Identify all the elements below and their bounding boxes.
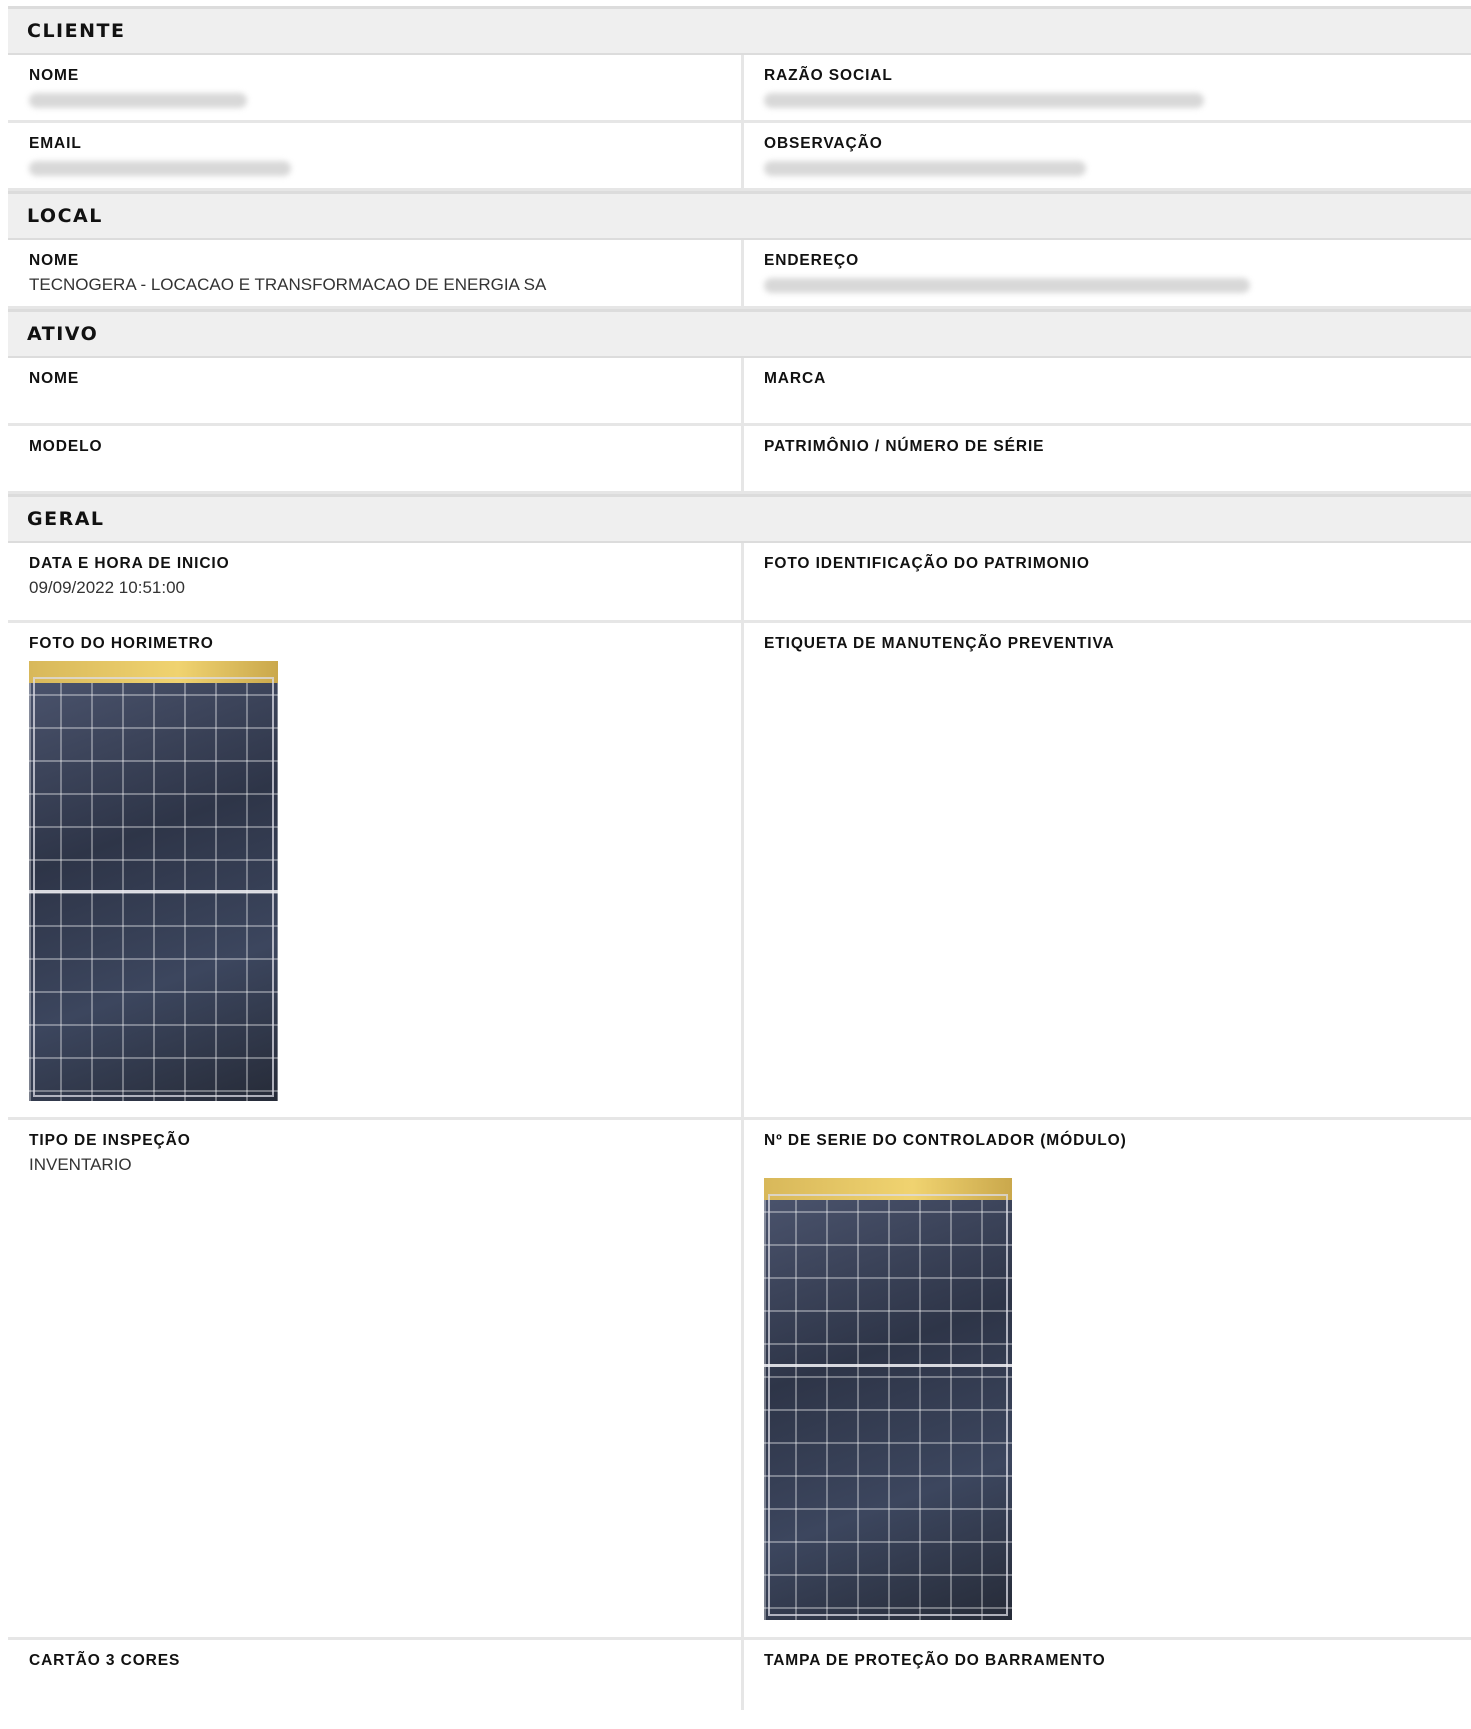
redacted-value [764,93,1204,108]
section-header-cliente: CLIENTE [8,6,1471,55]
field-value: 09/09/2022 10:51:00 [29,578,185,597]
geral-etiqueta-field: ETIQUETA DE MANUTENÇÃO PREVENTIVA [744,623,1471,1117]
redacted-value [29,161,291,176]
field-label: FOTO DO HORIMETRO [29,635,214,652]
section-header-ativo: ATIVO [8,309,1471,358]
cliente-row-2: EMAIL OBSERVAÇÃO [8,123,1471,191]
local-endereco-field: ENDEREÇO [744,240,1471,306]
ativo-row-1: NOME MARCA [8,358,1471,426]
cliente-email-field: EMAIL [8,123,744,188]
geral-row-4: CARTÃO 3 CORES TAMPA DE PROTEÇÃO DO BARR… [8,1640,1471,1710]
field-value: TECNOGERA - LOCACAO E TRANSFORMACAO DE E… [29,275,547,294]
field-label: EMAIL [29,135,82,152]
cliente-observacao-field: OBSERVAÇÃO [744,123,1471,188]
ativo-marca-field: MARCA [744,358,1471,423]
field-label: NOME [29,370,80,387]
geral-row-1: DATA E HORA DE INICIO 09/09/2022 10:51:0… [8,543,1471,623]
geral-foto-patrimonio-field: FOTO IDENTIFICAÇÃO DO PATRIMONIO [744,543,1471,620]
redacted-value [764,278,1250,293]
field-label: ETIQUETA DE MANUTENÇÃO PREVENTIVA [764,635,1115,652]
geral-foto-horimetro-field: FOTO DO HORIMETRO [8,623,744,1117]
field-label: CARTÃO 3 CORES [29,1652,181,1669]
field-value: INVENTARIO [29,1155,132,1174]
geral-row-2: FOTO DO HORIMETRO ETIQUETA DE MANUTENÇÃO… [8,623,1471,1120]
section-header-local: LOCAL [8,191,1471,240]
ativo-row-2: MODELO PATRIMÔNIO / NÚMERO DE SÉRIE [8,426,1471,494]
cliente-row-1: NOME RAZÃO SOCIAL [8,55,1471,123]
cliente-razao-social-field: RAZÃO SOCIAL [744,55,1471,120]
field-label: MARCA [764,370,827,387]
ativo-modelo-field: MODELO [8,426,744,491]
field-label: PATRIMÔNIO / NÚMERO DE SÉRIE [764,438,1045,455]
local-row-1: NOME TECNOGERA - LOCACAO E TRANSFORMACAO… [8,240,1471,309]
field-label: OBSERVAÇÃO [764,135,883,152]
redacted-value [29,93,247,108]
field-label: DATA E HORA DE INICIO [29,555,230,572]
local-nome-field: NOME TECNOGERA - LOCACAO E TRANSFORMACAO… [8,240,744,306]
field-label: NOME [29,252,80,269]
cliente-nome-field: NOME [8,55,744,120]
ativo-patrimonio-field: PATRIMÔNIO / NÚMERO DE SÉRIE [744,426,1471,491]
field-label: TAMPA DE PROTEÇÃO DO BARRAMENTO [764,1652,1106,1669]
horimetro-photo[interactable] [29,661,278,1101]
geral-data-inicio-field: DATA E HORA DE INICIO 09/09/2022 10:51:0… [8,543,744,620]
field-label: Nº DE SERIE DO CONTROLADOR (MÓDULO) [764,1132,1127,1149]
geral-tampa-field: TAMPA DE PROTEÇÃO DO BARRAMENTO [744,1640,1471,1710]
field-label: NOME [29,67,80,84]
geral-tipo-inspecao-field: TIPO DE INSPEÇÃO INVENTARIO [8,1120,744,1637]
field-label: MODELO [29,438,103,455]
inspection-report: CLIENTE NOME RAZÃO SOCIAL EMAIL OBSERVAÇ… [8,6,1471,1710]
field-label: ENDEREÇO [764,252,860,269]
field-label: FOTO IDENTIFICAÇÃO DO PATRIMONIO [764,555,1090,572]
geral-cartao-field: CARTÃO 3 CORES [8,1640,744,1710]
controlador-photo[interactable] [764,1178,1012,1620]
section-header-geral: GERAL [8,494,1471,543]
ativo-nome-field: NOME [8,358,744,423]
field-label: RAZÃO SOCIAL [764,67,893,84]
field-label: TIPO DE INSPEÇÃO [29,1132,191,1149]
geral-row-3: TIPO DE INSPEÇÃO INVENTARIO Nº DE SERIE … [8,1120,1471,1640]
redacted-value [764,161,1086,176]
geral-serie-controlador-field: Nº DE SERIE DO CONTROLADOR (MÓDULO) [744,1120,1471,1637]
